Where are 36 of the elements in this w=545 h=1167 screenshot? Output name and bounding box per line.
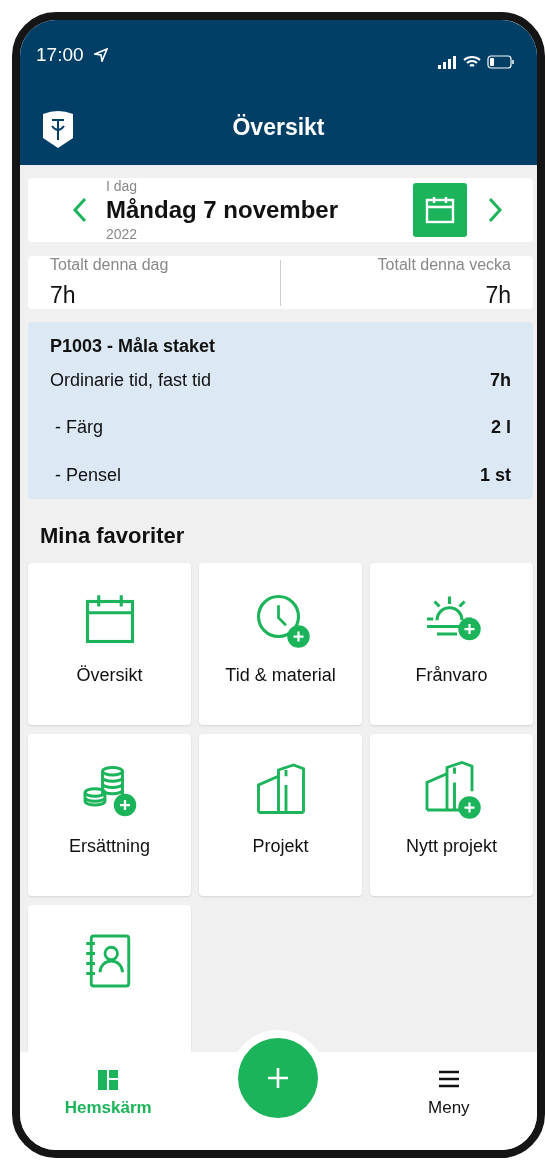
entry-label: - Pensel [54, 464, 122, 486]
wifi-icon [463, 55, 481, 69]
entry-value: 2 l [491, 416, 511, 438]
next-day-button[interactable] [487, 197, 503, 223]
location-arrow-icon [93, 48, 108, 62]
project-title: P1003 - Måla staket [50, 336, 217, 357]
status-time: 17:00 [36, 44, 84, 66]
entry-label: - Färg [54, 416, 103, 438]
total-label: Totalt denna vecka [377, 256, 511, 274]
calendar-button[interactable] [413, 183, 467, 237]
entry-value: 1 st [479, 464, 511, 486]
previous-day-button[interactable] [72, 197, 88, 223]
screen-title: Översikt [232, 114, 325, 141]
favorite-tile[interactable]: Översikt [28, 563, 191, 725]
favorite-tile[interactable]: Ersättning [28, 734, 191, 896]
favorite-tile[interactable]: Frånvaro [370, 563, 533, 725]
favorite-tile[interactable]: Tid & material [199, 563, 362, 725]
battery-icon [487, 55, 515, 69]
total-value: 7h [485, 282, 511, 309]
plus-icon [266, 1066, 291, 1090]
favorite-tile[interactable] [28, 905, 191, 1052]
nav-tab[interactable]: Meny [360, 1052, 537, 1150]
favorite-tile[interactable]: Nytt projekt [370, 734, 533, 896]
year-text: 2022 [106, 226, 139, 242]
entry-value: 7h [490, 369, 511, 391]
total-label: Totalt denna dag [50, 256, 170, 274]
home-icon [96, 1068, 121, 1092]
entry-label: Ordinarie tid, fast tid [50, 369, 212, 391]
date-text: Måndag 7 november [106, 196, 340, 224]
calendar-icon [425, 196, 455, 224]
favorite-tile[interactable]: Projekt [199, 734, 362, 896]
total-value: 7h [50, 282, 77, 309]
signal-icon [437, 55, 457, 69]
date-caption: I dag [106, 178, 139, 194]
logo-icon [40, 108, 76, 150]
favorites-heading: Mina favoriter [40, 523, 186, 549]
